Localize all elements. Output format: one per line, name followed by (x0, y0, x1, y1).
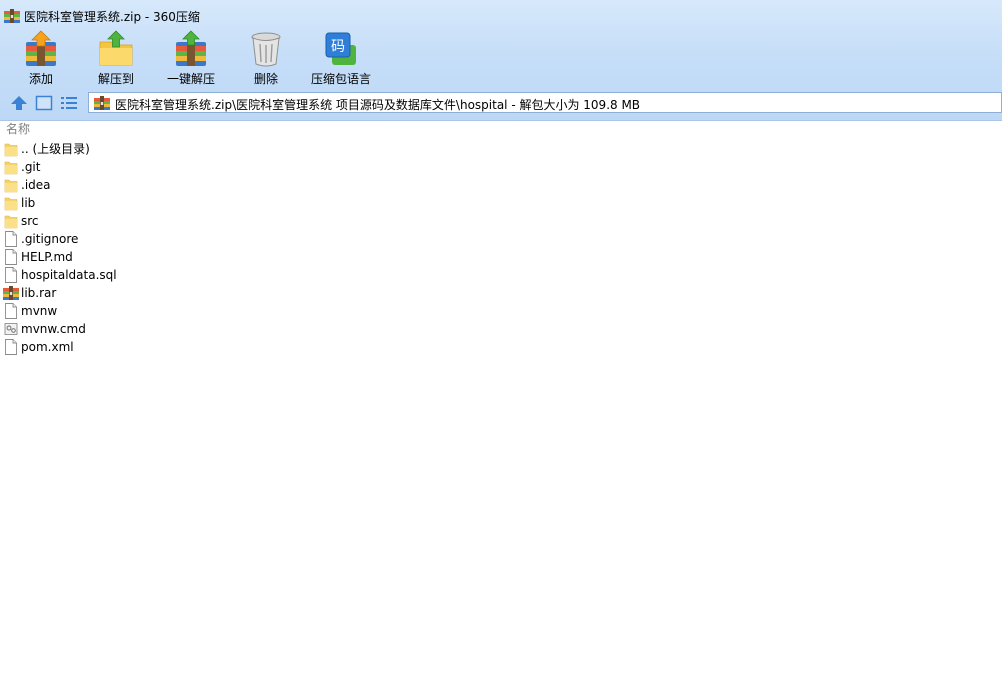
trash-can-icon (251, 32, 281, 67)
address-bar[interactable]: 医院科室管理系统.zip\医院科室管理系统 项目源码及数据库文件\hospita… (88, 92, 1002, 113)
list-item[interactable]: mvnw.cmd (0, 320, 1002, 338)
list-item[interactable]: .gitignore (0, 230, 1002, 248)
view-thumbnail-icon[interactable] (35, 95, 53, 111)
list-item[interactable]: .idea (0, 176, 1002, 194)
extract-to-folder-icon (99, 30, 133, 66)
archive-language-icon-text: 码 (331, 39, 345, 55)
folder-icon (4, 159, 18, 175)
file-icon (4, 267, 18, 283)
list-item-name: .git (21, 160, 41, 174)
add-button-label: 添加 (28, 72, 53, 86)
list-item-name: lib (21, 196, 36, 210)
list-item-name: pom.xml (21, 340, 74, 354)
list-item-name: HELP.md (21, 250, 73, 264)
column-header-name[interactable]: 名称 (6, 121, 30, 137)
archive-icon (3, 286, 19, 300)
list-item[interactable]: hospitaldata.sql (0, 266, 1002, 284)
file-icon (4, 231, 18, 247)
window-title: 医院科室管理系统.zip - 360压缩 (24, 10, 200, 24)
file-list: 名称 .. (上级目录) .git .idea lib src .gitigno… (0, 121, 1002, 694)
delete-button-label: 删除 (253, 72, 278, 86)
view-list-icon[interactable] (60, 95, 78, 111)
list-item[interactable]: HELP.md (0, 248, 1002, 266)
delete-button[interactable]: 删除 (233, 30, 299, 86)
archive-icon (94, 96, 110, 110)
list-item[interactable]: src (0, 212, 1002, 230)
list-item-name: .idea (21, 178, 51, 192)
archive-language-icon: 码 (325, 32, 356, 65)
one-click-extract-icon (176, 30, 206, 66)
archive-icon (4, 9, 20, 23)
file-icon (4, 249, 18, 265)
list-item[interactable]: mvnw (0, 302, 1002, 320)
address-path: 医院科室管理系统.zip\医院科室管理系统 项目源码及数据库文件\hospita… (115, 98, 641, 112)
file-icon (4, 339, 18, 355)
list-item-name: .. (上级目录) (21, 142, 90, 156)
up-arrow-icon[interactable] (10, 95, 28, 111)
one-click-extract-button-label: 一键解压 (166, 72, 215, 86)
folder-icon (4, 141, 18, 157)
extract-to-button[interactable]: 解压到 (83, 30, 149, 86)
list-item-name: hospitaldata.sql (21, 268, 117, 282)
folder-icon (4, 177, 18, 193)
cmd-file-icon (4, 321, 18, 337)
folder-icon (4, 195, 18, 211)
one-click-extract-button[interactable]: 一键解压 (158, 30, 224, 86)
list-item-name: src (21, 214, 39, 228)
folder-icon (4, 213, 18, 229)
list-item[interactable]: .git (0, 158, 1002, 176)
add-archive-icon (26, 30, 56, 66)
archive-language-button[interactable]: 码 压缩包语言 (308, 30, 374, 86)
list-item-parent-dir[interactable]: .. (上级目录) (0, 140, 1002, 158)
list-item-name: mvnw.cmd (21, 322, 86, 336)
extract-to-button-label: 解压到 (97, 72, 134, 86)
list-item-name: .gitignore (21, 232, 79, 246)
archive-language-button-label: 压缩包语言 (310, 72, 371, 86)
add-button[interactable]: 添加 (8, 30, 74, 86)
list-item[interactable]: lib.rar (0, 284, 1002, 302)
list-item-name: mvnw (21, 304, 58, 318)
toolbar-area: 医院科室管理系统.zip - 360压缩 添加 解压到 一键解压 删除 码 压缩… (0, 0, 1002, 121)
file-icon (4, 303, 18, 319)
list-item[interactable]: lib (0, 194, 1002, 212)
list-item-name: lib.rar (21, 286, 57, 300)
title-bar: 医院科室管理系统.zip - 360压缩 (0, 0, 1002, 32)
list-item[interactable]: pom.xml (0, 338, 1002, 356)
